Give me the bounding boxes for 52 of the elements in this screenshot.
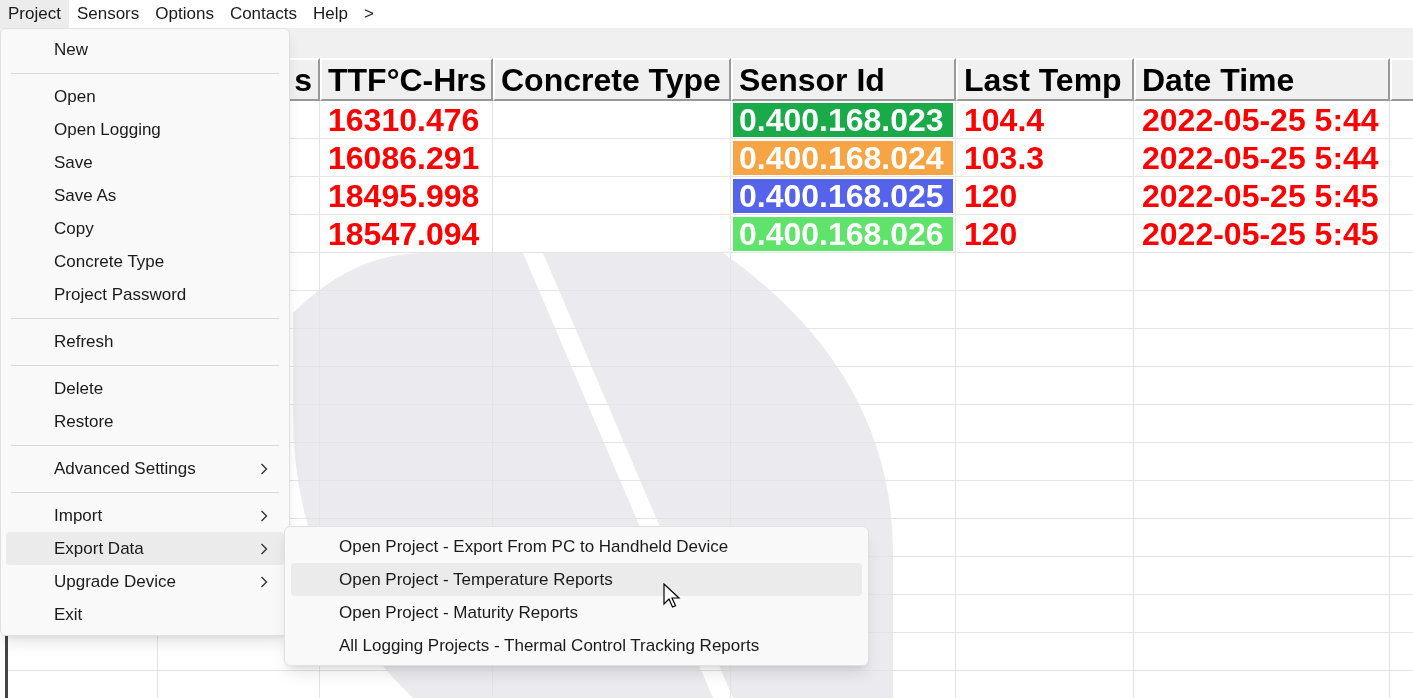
table-cell-text: 2022-05-25 5:45 [1141,177,1380,214]
column-header[interactable]: Date Time [1134,58,1390,101]
column-header[interactable]: TTF°C-Hrs [320,58,493,101]
table-cell-text: 2022-05-25 5:44 [1141,139,1380,176]
column-header[interactable]: Sensor Id [731,58,956,101]
menu-item[interactable]: Project Password [6,278,284,311]
menu-item[interactable]: Save [6,146,284,179]
menu-bar-item[interactable]: Help [305,0,356,28]
column-header[interactable]: Concrete Type [493,58,731,101]
table-cell-text: 16310.476 [327,101,481,138]
sensor-id-cell: 0.400.168.026 [733,216,953,251]
menu-bar-item[interactable]: > [355,0,382,28]
menu-bar-item[interactable]: Contacts [221,0,305,28]
table-cell-text: 120 [963,177,1019,214]
chevron-right-icon [260,509,268,522]
menu-item[interactable]: Restore [6,405,284,438]
menu-item[interactable]: Upgrade Device [6,565,284,598]
menu-item[interactable]: Export Data [6,532,284,565]
menu-bar-item[interactable]: Options [147,0,222,28]
table-cell-text: 16086.291 [327,139,481,176]
menu-item[interactable]: Open Project - Maturity Reports [291,596,862,629]
menu-item[interactable]: New [6,33,284,66]
sensor-id-cell: 0.400.168.023 [733,102,953,137]
menu-item[interactable]: Concrete Type [6,245,284,278]
table-cell-text: 120 [963,215,1019,252]
table-cell-text: 103.3 [963,139,1046,176]
table-cell-text: 18495.998 [327,177,481,214]
sensor-id-cell: 0.400.168.024 [733,140,953,175]
table-cell-text: 104.4 [963,101,1046,138]
menu-item[interactable]: Open Project - Temperature Reports [291,563,862,596]
menu-item[interactable]: Exit [6,598,284,631]
menu-item[interactable]: Open [6,80,284,113]
menu-item[interactable]: Refresh [6,325,284,358]
menu-item[interactable]: Import [6,499,284,532]
menu-item[interactable]: All Logging Projects - Thermal Control Tracking Reports [291,629,862,662]
chevron-right-icon [260,542,268,555]
menu-item[interactable]: Copy [6,212,284,245]
chevron-right-icon [260,462,268,475]
menu-item[interactable]: Delete [6,372,284,405]
mouse-cursor-icon [663,583,681,609]
menu-item[interactable]: Save As [6,179,284,212]
table-cell-text: 2022-05-25 5:44 [1141,101,1380,138]
table-cell-text: 2022-05-25 5:45 [1141,215,1380,252]
menu-item[interactable]: Open Project - Export From PC to Handheld Device [291,530,862,563]
menu-bar-item[interactable]: Sensors [68,0,148,28]
menu-item[interactable]: Advanced Settings [6,452,284,485]
chevron-right-icon [260,575,268,588]
column-header[interactable]: Last Temp [956,58,1134,101]
sensor-id-cell: 0.400.168.025 [733,178,953,213]
table-cell-text: 18547.094 [327,215,481,252]
menu-bar-item[interactable]: Project [0,0,69,28]
menu-item[interactable]: Open Logging [6,113,284,146]
